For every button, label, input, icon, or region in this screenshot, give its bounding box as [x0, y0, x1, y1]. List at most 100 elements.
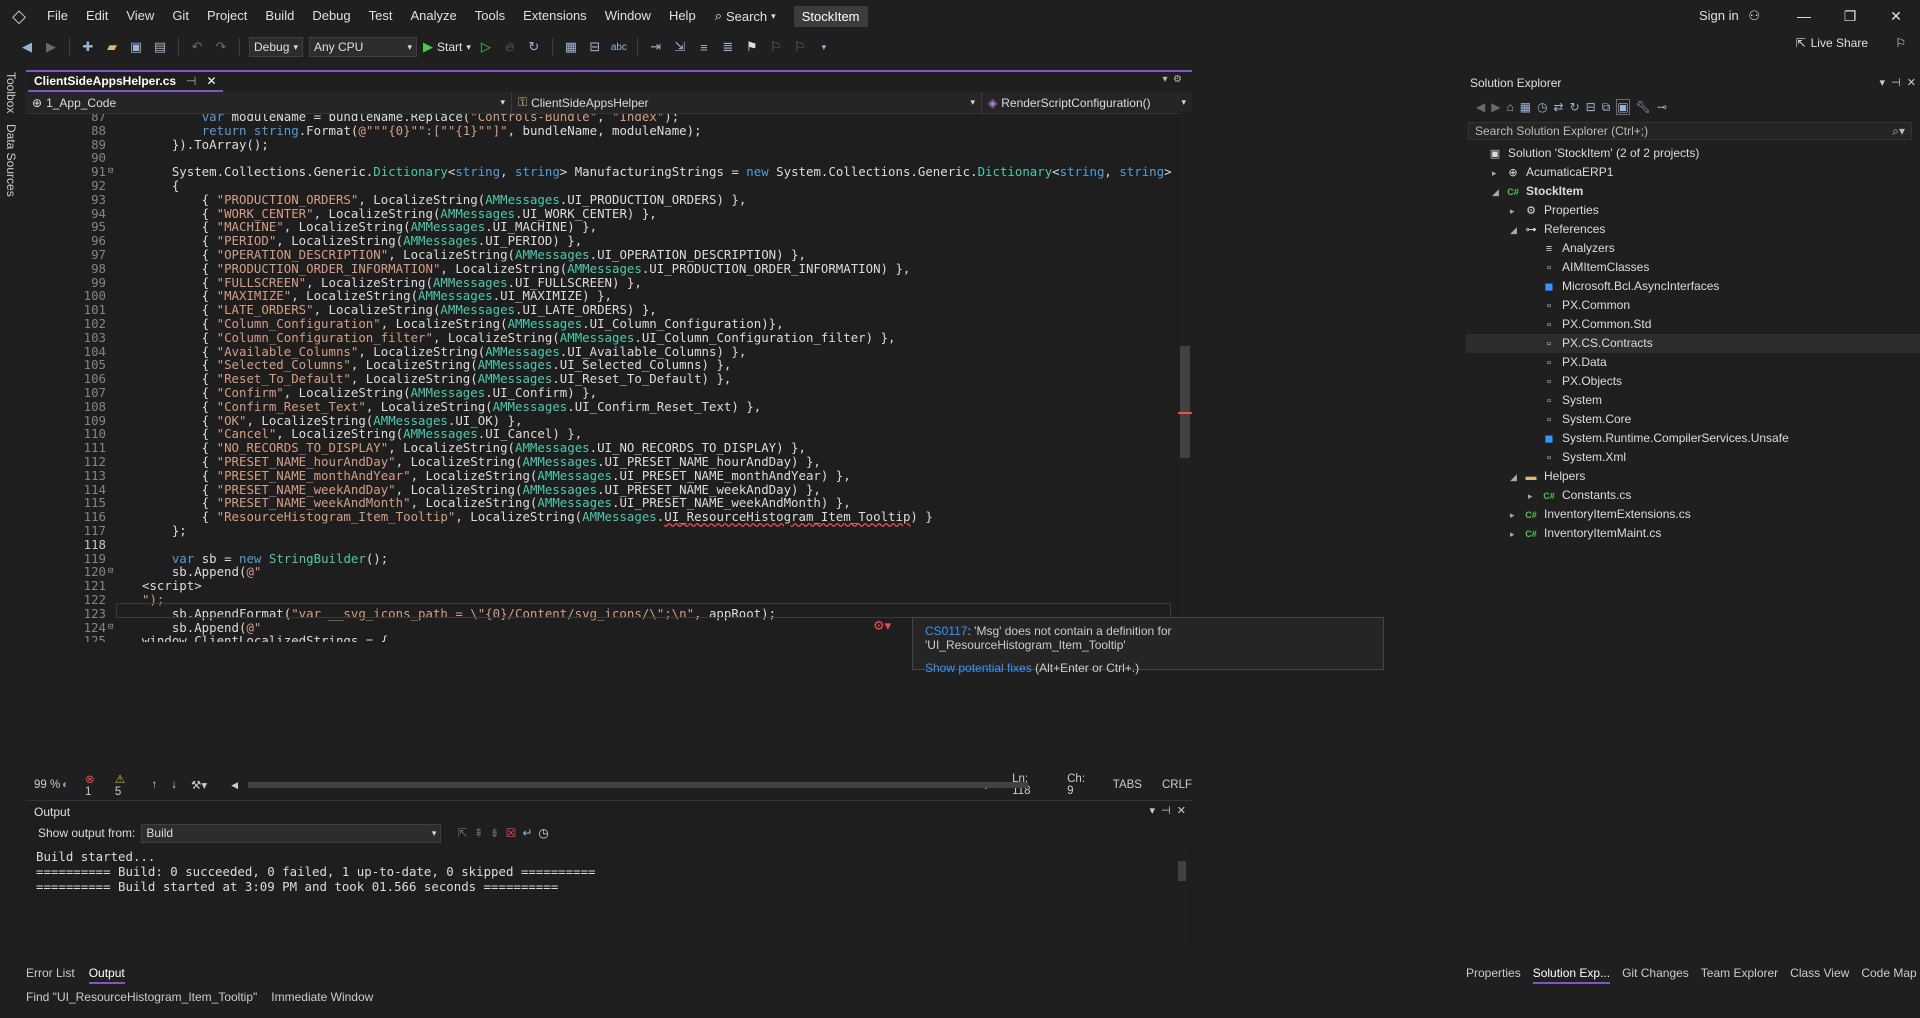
tree-item[interactable]: ▫ PX.CS.Contracts [1466, 334, 1920, 353]
save-all-icon[interactable]: ▤ [151, 38, 169, 56]
bookmark-icon[interactable]: ⚑ [743, 38, 761, 56]
data-sources-tab[interactable]: Data Sources [4, 124, 18, 197]
tree-item[interactable]: ◢ ▬ Helpers [1466, 467, 1920, 486]
member-dropdown[interactable]: ◈ RenderScriptConfiguration() ▾ [982, 92, 1192, 114]
maximize-button[interactable]: ❐ [1827, 0, 1873, 32]
sync-icon[interactable]: ⇄ [1554, 100, 1564, 114]
expand-arrow-icon[interactable]: ▸ [1492, 164, 1504, 183]
prev-message-icon[interactable]: ⇞ [473, 826, 483, 840]
collapse-arrow-icon[interactable]: ◢ [1510, 468, 1522, 487]
menu-item-build[interactable]: Build [256, 0, 303, 32]
menu-item-debug[interactable]: Debug [303, 0, 359, 32]
tab-git-changes[interactable]: Git Changes [1622, 966, 1689, 984]
collapse-all-icon[interactable]: ⊟ [1586, 100, 1596, 114]
code-area[interactable]: 87 var moduleName = bundleName.Replace("… [26, 114, 1176, 642]
new-project-icon[interactable]: ✚ [79, 38, 97, 56]
start-debugging-button[interactable]: ▶ Start ▾ [423, 39, 471, 55]
scrollbar-thumb[interactable] [1180, 346, 1190, 458]
tab-immediate-window[interactable]: Immediate Window [271, 990, 373, 1008]
start-without-debugging-icon[interactable]: ▷ [477, 38, 495, 56]
preview-icon[interactable]: ▣ [1616, 99, 1630, 115]
back-icon[interactable]: ◀ [1476, 100, 1485, 114]
tab-properties[interactable]: Properties [1466, 966, 1521, 984]
menu-item-edit[interactable]: Edit [77, 0, 117, 32]
tree-item[interactable]: ▫ AIMItemClasses [1466, 258, 1920, 277]
word-wrap-icon[interactable]: ↵ [522, 826, 532, 840]
tree-item[interactable]: ▫ PX.Data [1466, 353, 1920, 372]
menu-item-help[interactable]: Help [660, 0, 705, 32]
tree-item[interactable]: ▣ Solution 'StockItem' (2 of 2 projects) [1466, 144, 1920, 163]
editor-vertical-scrollbar[interactable] [1178, 112, 1192, 776]
find-message-icon[interactable]: ⇱ [457, 826, 467, 840]
back-icon[interactable]: ◀ [18, 38, 36, 56]
menu-item-file[interactable]: File [38, 0, 77, 32]
output-vertical-scrollbar[interactable] [1176, 847, 1188, 947]
tree-item[interactable]: ▫ PX.Common [1466, 296, 1920, 315]
tab-code-map[interactable]: Code Map [1861, 966, 1916, 984]
switch-views-icon[interactable]: ▦ [1520, 100, 1531, 114]
layout-icon[interactable]: ⊟ [586, 38, 604, 56]
pending-changes-icon[interactable]: ◷ [1537, 100, 1547, 114]
refresh-icon[interactable]: ↻ [1570, 100, 1580, 114]
sign-in-button[interactable]: Sign in ⚇ [1699, 0, 1760, 32]
forward-icon[interactable]: ▶ [1491, 100, 1500, 114]
tree-item[interactable]: ▫ System.Core [1466, 410, 1920, 429]
timestamp-icon[interactable]: ◷ [538, 826, 548, 840]
menu-item-tools[interactable]: Tools [466, 0, 514, 32]
tree-item[interactable]: ▫ System.Xml [1466, 448, 1920, 467]
minimize-button[interactable]: — [1781, 0, 1827, 32]
show-potential-fixes-link[interactable]: Show potential fixes [925, 661, 1032, 675]
search-menu[interactable]: ⌕ Search ▾ [705, 0, 786, 32]
step-into-icon[interactable]: ⇥ [647, 38, 665, 56]
browser-link-icon[interactable]: ▦ [562, 38, 580, 56]
panel-controls[interactable]: ▾ ⊣ ✕ [1879, 76, 1916, 89]
expand-arrow-icon[interactable]: ▸ [1510, 525, 1522, 544]
undo-icon[interactable]: ↶ [188, 38, 206, 56]
redo-icon[interactable]: ↷ [212, 38, 230, 56]
output-horizontal-scrollbar[interactable] [30, 951, 1170, 961]
overflow-icon[interactable]: ⊸ [1657, 100, 1667, 114]
pin-icon[interactable]: ⊣ [186, 74, 196, 88]
solution-explorer-search[interactable]: Search Solution Explorer (Ctrl+;) ⌕▾ [1468, 122, 1912, 140]
tab-solution-exp[interactable]: Solution Exp... [1532, 966, 1611, 984]
tree-item[interactable]: ◢ ⊶ References [1466, 220, 1920, 239]
tree-item[interactable]: ▸ C# InventoryItemMaint.cs [1466, 524, 1920, 543]
expand-arrow-icon[interactable]: ▸ [1510, 506, 1522, 525]
error-count[interactable]: ⊗ 1 [85, 772, 103, 798]
tab-find-results[interactable]: Find "UI_ResourceHistogram_Item_Tooltip" [26, 990, 257, 1008]
refresh-icon[interactable]: ↻ [525, 38, 543, 56]
menu-item-view[interactable]: View [117, 0, 163, 32]
line-ending[interactable]: CRLF [1162, 779, 1192, 791]
step-over-icon[interactable]: ⇲ [671, 38, 689, 56]
zoom-level[interactable]: 99 % [34, 779, 62, 791]
hscroll-thumb[interactable] [248, 782, 1029, 788]
lightbulb-error-icon[interactable]: ⚙▾ [873, 618, 891, 634]
tab-list-dropdown-icon[interactable]: ▾ ⚙ [1162, 74, 1182, 85]
close-tab-icon[interactable]: ✕ [207, 74, 217, 88]
solution-platform-select[interactable]: Any CPU ▾ [309, 37, 417, 57]
tree-item[interactable]: ▫ System [1466, 391, 1920, 410]
indentation-mode[interactable]: TABS [1113, 779, 1142, 791]
panel-controls[interactable]: ▾ ⊣ ✕ [1149, 804, 1186, 817]
expand-arrow-icon[interactable]: ▸ [1528, 487, 1540, 506]
collapse-arrow-icon[interactable]: ◢ [1510, 221, 1522, 240]
tree-item[interactable]: ◼ Microsoft.Bcl.AsyncInterfaces [1466, 277, 1920, 296]
save-icon[interactable]: ▣ [127, 38, 145, 56]
home-icon[interactable]: ⌂ [1506, 100, 1513, 114]
tree-item[interactable]: ▸ ⚙ Properties [1466, 201, 1920, 220]
toolbar-overflow-icon[interactable]: ▾ [815, 38, 833, 56]
tree-item[interactable]: ▫ PX.Objects [1466, 372, 1920, 391]
previous-issue-icon[interactable]: ↑ [152, 779, 158, 791]
next-bookmark-icon[interactable]: ⚐ [791, 38, 809, 56]
code-cleanup-icon[interactable]: ⚒▾ [191, 778, 207, 792]
solution-configuration-select[interactable]: Debug ▾ [249, 37, 303, 57]
next-message-icon[interactable]: ⇟ [490, 826, 500, 840]
close-window-button[interactable]: ✕ [1873, 0, 1919, 32]
output-source-select[interactable]: Build ▾ [141, 823, 442, 843]
project-dropdown[interactable]: ⊕ 1_App_Code ▾ [26, 91, 512, 114]
uncomment-icon[interactable]: ≣ [719, 38, 737, 56]
tab-team-explorer[interactable]: Team Explorer [1701, 966, 1778, 984]
spell-check-icon[interactable]: abc [610, 38, 628, 56]
tree-item[interactable]: ▫ PX.Common.Std [1466, 315, 1920, 334]
warning-count[interactable]: ⚠ 5 [115, 772, 134, 798]
